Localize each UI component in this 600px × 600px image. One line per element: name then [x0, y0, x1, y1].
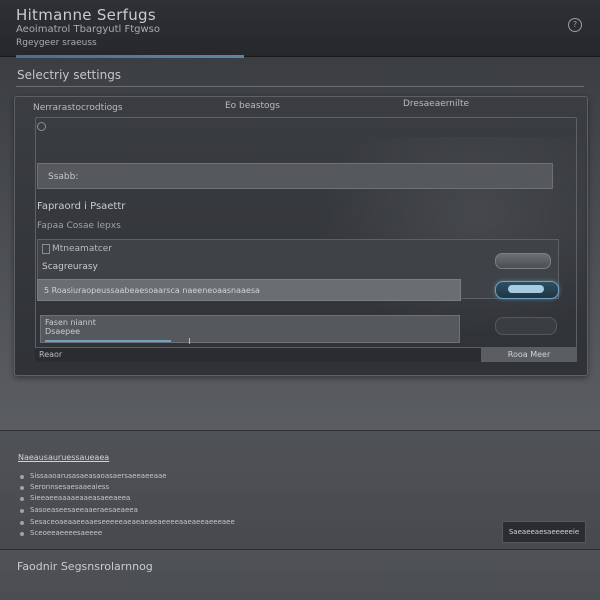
- app-subtitle-secondary: Rgeygeer sraeuss: [16, 38, 97, 48]
- bottom-divider: [0, 549, 600, 550]
- list-bullet: [20, 475, 24, 479]
- help-button[interactable]: Saeaeeaesaeeeeeie: [502, 521, 586, 543]
- list-item: Sasoeaseesaeeaaeraesaeaeea: [30, 506, 138, 514]
- app-subtitle: Aeoimatrol Tbargyutl Ftgwso: [16, 24, 160, 35]
- save-button[interactable]: Rooa Meer: [481, 348, 577, 362]
- list-bullet: [20, 532, 24, 536]
- group-label: Fapraord i Psaettr: [37, 201, 126, 212]
- option-row[interactable]: 5 Roasiuraopeussaabeaesoaarsca naeeneoaa…: [37, 279, 461, 301]
- search-input[interactable]: Ssabb:: [37, 163, 553, 189]
- tab-general[interactable]: Nerrarastocrodtiogs: [33, 103, 123, 113]
- list-bullet: [20, 521, 24, 525]
- option-dropdown[interactable]: [495, 253, 551, 269]
- help-icon[interactable]: ?: [568, 18, 582, 32]
- list-bullet: [20, 509, 24, 513]
- card-title: Mtneamatcer: [52, 244, 113, 254]
- list-item: Sieeaeeaaaaeaaeasaeeaeea: [30, 494, 131, 502]
- text-area-line-1: Fasen niannt: [45, 318, 96, 327]
- tab-features[interactable]: Eo beastogs: [225, 101, 280, 111]
- app-header: Hitmanne Serfugs Aeoimatrol Tbargyutl Ft…: [0, 0, 600, 58]
- text-area-value: Fasen niannt Dsaepee: [45, 318, 96, 336]
- option-toggle[interactable]: [495, 281, 559, 299]
- group-sublabel: Fapaa Cosae Iepxs: [37, 221, 121, 231]
- section-divider: [16, 86, 584, 87]
- settings-panel: Nerrarastocrodtiogs Eo beastogs Dresaeae…: [14, 96, 588, 376]
- section-title: Selectriy settings: [17, 68, 122, 82]
- card-subtitle: Scagreurasy: [42, 262, 98, 272]
- panel-footer: Reaor Rooa Meer: [35, 347, 577, 362]
- radio-button[interactable]: [37, 122, 46, 131]
- text-area-line-2: Dsaepee: [45, 327, 81, 336]
- list-bullet: [20, 497, 24, 501]
- tab-advanced[interactable]: Dresaeaernilte: [403, 99, 469, 109]
- app-title: Hitmanne Serfugs: [16, 6, 156, 24]
- list-item: Sissaaoarusasaeasaoasaersaeeaeeaae: [30, 472, 167, 480]
- settings-page: Hitmanne Serfugs Aeoimatrol Tbargyutl Ft…: [0, 0, 600, 600]
- list-item: Sesaceoaeaaeeaaeseeeeeaeaeaeaeaeeeeaaeae…: [30, 518, 235, 526]
- card-checkbox[interactable]: [42, 244, 50, 254]
- list-item: Sceoeeaeeeesaeeee: [30, 529, 103, 537]
- reset-link[interactable]: Reaor: [39, 350, 62, 359]
- toggle-knob: [508, 285, 544, 293]
- list-title[interactable]: Naeausauruessaueaea: [18, 453, 109, 462]
- info-section: Naeausauruessaueaea Sissaaoarusasaeasaoa…: [0, 431, 600, 549]
- list-item: Seronnsesaesaaeaiess: [30, 483, 110, 491]
- text-area-input[interactable]: Fasen niannt Dsaepee: [40, 315, 460, 344]
- text-caret: [189, 338, 190, 344]
- header-accent-bar: [16, 55, 244, 58]
- list-bullet: [20, 486, 24, 490]
- secondary-button[interactable]: [495, 317, 557, 335]
- bottom-title: Faodnir Segsnsrolarnnog: [17, 560, 153, 573]
- text-area-focus-line: [45, 340, 171, 342]
